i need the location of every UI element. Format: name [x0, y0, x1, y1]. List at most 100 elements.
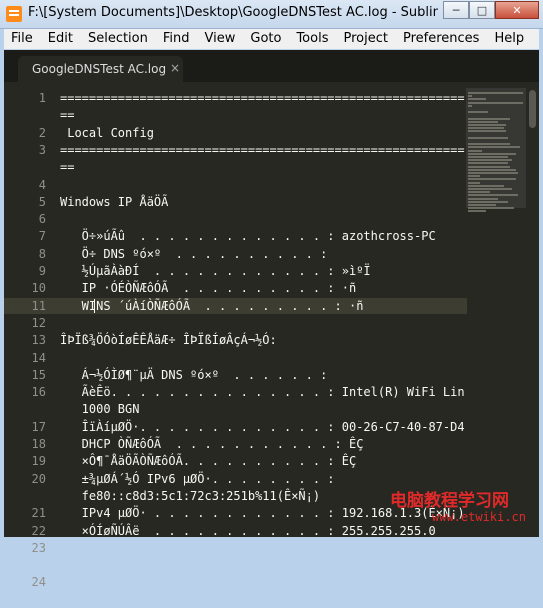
menu-edit[interactable]: Edit — [41, 29, 81, 49]
code-line[interactable]: == — [60, 107, 74, 123]
line-number: 12 — [31, 315, 46, 330]
code-line[interactable]: WINS ´úÀíÒÑÆôÓÃ . . . . . . . . . : ·ñ — [60, 298, 364, 314]
line-number: 24 — [31, 575, 46, 590]
menu-bar: File Edit Selection Find View Goto Tools… — [4, 29, 539, 49]
code-line[interactable]: ×ÓÍøÑÚÂë . . . . . . . . . . . . : 255.2… — [60, 523, 436, 538]
code-line[interactable]: Local Config — [60, 125, 154, 141]
line-number: 13 — [31, 333, 46, 348]
line-number: 14 — [31, 350, 46, 365]
text-buffer[interactable]: ========================================… — [60, 82, 465, 537]
maximize-button[interactable]: □ — [469, 1, 495, 19]
minimap-line — [468, 178, 516, 181]
line-number: 19 — [31, 454, 46, 469]
tab-bar: GoogleDNSTest AC.log × — [4, 50, 539, 82]
minimap-line — [468, 181, 480, 184]
watermark-url: www.etwiki.cn — [432, 510, 526, 524]
minimap-line — [468, 111, 488, 114]
code-line[interactable]: DHCP ÒÑÆôÓÃ . . . . . . . . . . . : ÊÇ — [60, 436, 364, 452]
window-controls: ─ □ ✕ — [443, 1, 539, 19]
vertical-scrollbar[interactable] — [528, 88, 537, 537]
close-button[interactable]: ✕ — [495, 1, 539, 19]
code-line[interactable]: 1000 BGN — [60, 401, 140, 417]
code-line[interactable]: Á¬½ÓÌØ¶¨µÄ DNS ºó×º . . . . . . : — [60, 367, 328, 383]
line-number: 1 — [38, 91, 46, 105]
tab-googlednstest-log[interactable]: GoogleDNSTest AC.log × — [18, 56, 183, 82]
minimap-line — [468, 168, 516, 171]
line-number — [10, 159, 46, 175]
minimap-line — [468, 117, 510, 120]
minimap-line — [468, 165, 510, 168]
code-line[interactable]: ×Ô¶¯ÅäÖÃÒÑÆôÓÃ. . . . . . . . . . : ÊÇ — [60, 453, 357, 469]
code-line[interactable]: fe80::c8d3:5c1:72c3:251b%11(Ê×Ñ¡) — [60, 488, 320, 504]
minimap-line — [468, 191, 490, 194]
minimap-line — [468, 207, 514, 210]
editor-area: GoogleDNSTest AC.log × 1 2 3 4 5 6 7 8 9 10 11 12 13… — [4, 50, 539, 589]
title-bar: F:\[System Documents]\Desktop\GoogleDNST… — [0, 0, 543, 29]
line-number — [10, 488, 46, 504]
minimap-line — [468, 175, 480, 178]
minimap-line — [468, 184, 504, 187]
minimap-line — [468, 143, 510, 146]
minimap[interactable] — [466, 88, 526, 537]
line-number: 5 — [38, 194, 46, 209]
line-number: 15 — [31, 367, 46, 382]
code-line[interactable]: ½ÚµãÀàÐÍ . . . . . . . . . . . . : »ìºÏ — [60, 263, 371, 279]
line-number: 11 — [31, 298, 46, 313]
watermark-title: 电脑教程学习网 — [390, 491, 509, 511]
minimap-line — [468, 136, 508, 139]
code-line[interactable]: ========================================… — [60, 142, 465, 158]
minimap-line — [468, 152, 516, 155]
line-number: 18 — [31, 437, 46, 451]
line-number: 4 — [38, 177, 46, 192]
line-number — [10, 557, 46, 573]
scrollbar-thumb[interactable] — [529, 90, 536, 128]
minimap-line — [468, 188, 512, 190]
line-number: 2 — [38, 125, 46, 140]
code-line[interactable]: IP ·ÓÉÒÑÆôÓÃ . . . . . . . . . . : ·ñ — [60, 280, 357, 296]
line-number: 17 — [31, 419, 46, 434]
code-line[interactable]: Ö÷»úÃû . . . . . . . . . . . . . : azoth… — [60, 228, 436, 244]
line-number — [10, 592, 46, 608]
line-number: 9 — [38, 264, 46, 278]
minimap-line — [468, 197, 498, 200]
menu-view[interactable]: View — [198, 29, 244, 49]
minimap-line — [468, 127, 504, 130]
watermark: 电脑教程学习网 www.etwiki.cn — [390, 486, 540, 534]
menu-selection[interactable]: Selection — [81, 29, 156, 49]
minimap-line — [468, 95, 472, 98]
line-number: 21 — [31, 506, 46, 521]
tab-label: GoogleDNSTest AC.log — [32, 62, 167, 76]
line-number: 22 — [31, 523, 46, 538]
menu-preferences[interactable]: Preferences — [396, 29, 487, 49]
code-line[interactable]: ÎïÀíµØÖ·. . . . . . . . . . . . . : 00-2… — [60, 419, 465, 435]
code-line[interactable]: Ö÷ DNS ºó×º . . . . . . . . . . : — [60, 246, 328, 262]
menu-file[interactable]: File — [4, 29, 41, 49]
menu-find[interactable]: Find — [156, 29, 198, 49]
minimap-line — [468, 162, 508, 165]
minimize-button[interactable]: ─ — [443, 1, 469, 19]
line-number — [10, 401, 46, 417]
minimap-line — [468, 120, 498, 123]
line-number: 6 — [38, 212, 46, 227]
code-line[interactable]: ÎÞÏß¾ÖÓòÍøÊÊÅäÆ÷ ÎÞÏßÍøÂçÁ¬½Ó: — [60, 332, 277, 348]
line-number: 7 — [38, 229, 46, 244]
menu-help[interactable]: Help — [487, 29, 532, 49]
minimap-line — [468, 124, 506, 126]
minimap-line — [468, 210, 486, 213]
code-line[interactable]: ±¾µØÁ´½Ó IPv6 µØÖ·. . . . . . . . : — [60, 471, 335, 487]
minimap-line — [468, 200, 508, 203]
code-line[interactable]: ========================================… — [60, 90, 465, 106]
code-line[interactable]: == — [60, 159, 74, 175]
menu-goto[interactable]: Goto — [243, 29, 289, 49]
menu-tools[interactable]: Tools — [289, 29, 336, 49]
menu-project[interactable]: Project — [336, 29, 395, 49]
tab-close-icon[interactable]: × — [170, 61, 180, 75]
minimap-line — [468, 149, 482, 152]
minimap-line — [468, 159, 512, 162]
line-number: 23 — [31, 540, 46, 555]
code-line[interactable]: ÃèÊö. . . . . . . . . . . . . . . : Inte… — [60, 384, 465, 400]
minimap-line — [468, 204, 496, 206]
code-line[interactable]: Windows IP ÅäÖÃ — [60, 194, 168, 210]
sublime-app-icon — [6, 6, 22, 22]
line-number — [10, 107, 46, 123]
